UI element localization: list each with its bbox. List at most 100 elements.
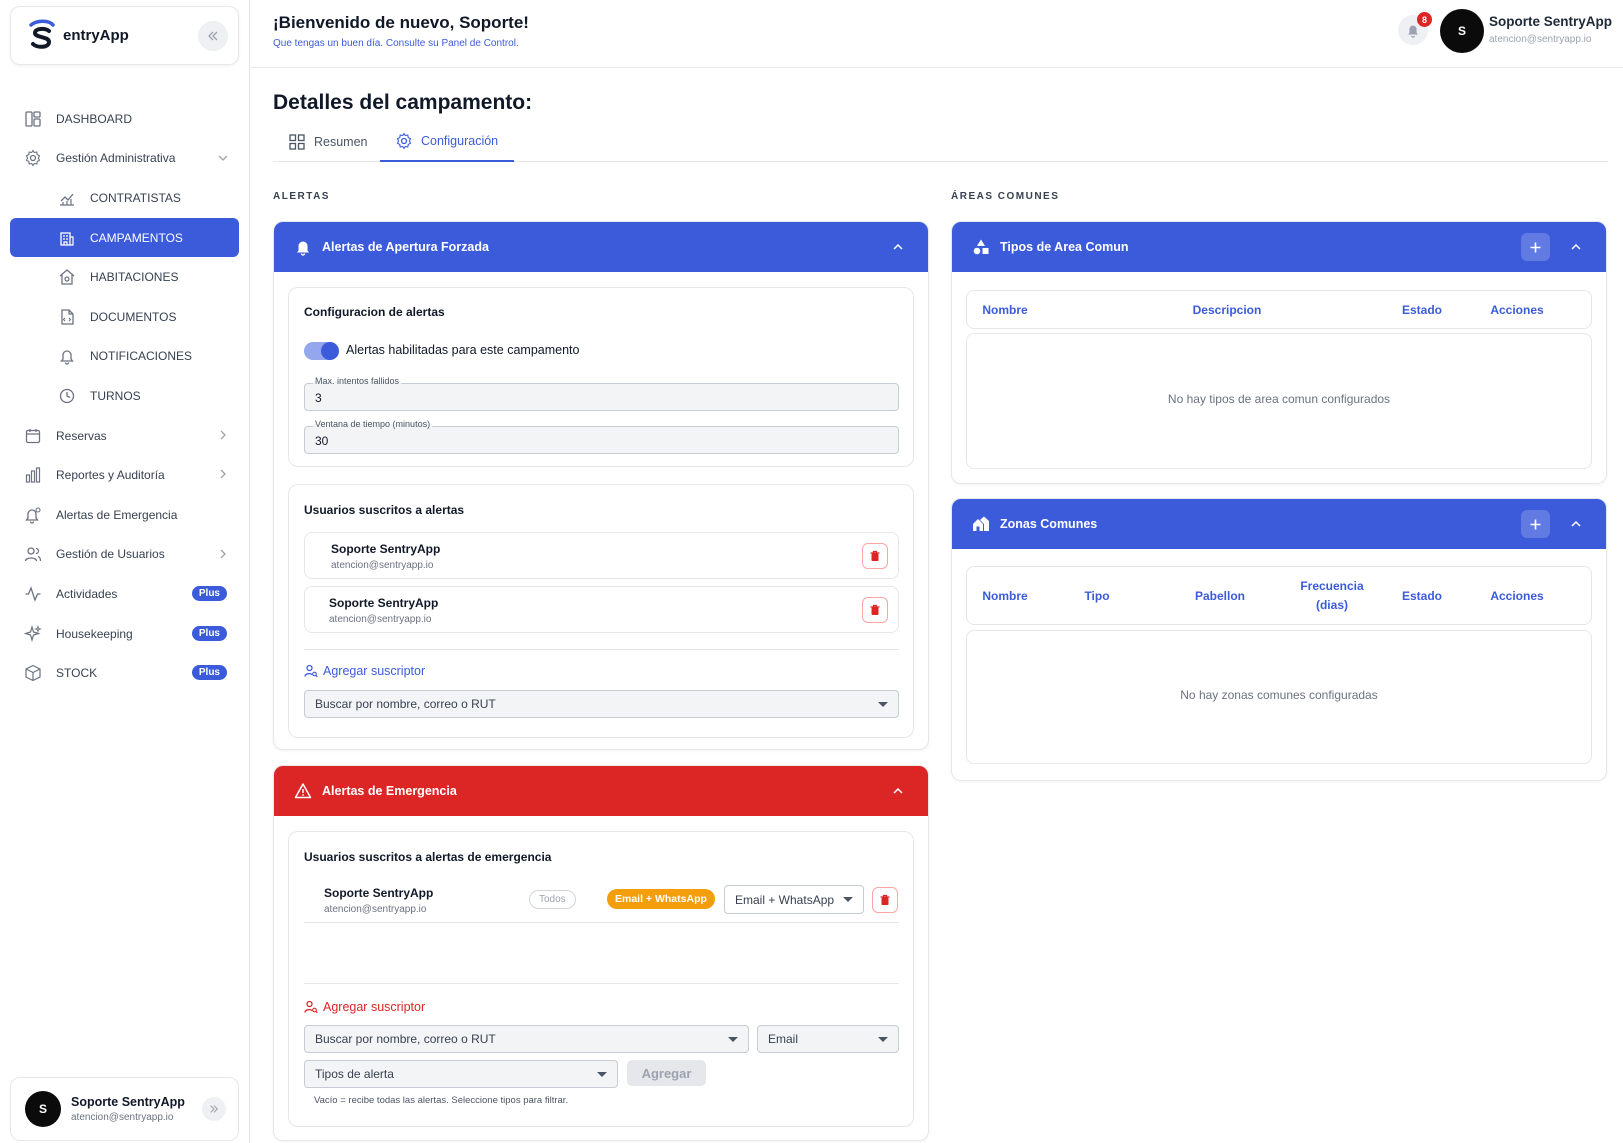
add-emergency-subscriber-link[interactable]: Agregar suscriptor — [304, 1000, 425, 1014]
plus-badge: Plus — [191, 586, 227, 602]
column-header: Estado — [1401, 303, 1442, 317]
subscriber-email: atencion@sentryapp.io — [324, 904, 427, 915]
avatar[interactable]: S — [1440, 9, 1484, 53]
emergency-subscriber-search-select[interactable]: Buscar por nombre, correo o RUT — [304, 1025, 749, 1053]
sidebar-item-label: STOCK — [56, 666, 98, 681]
emergency-alerts-panel: Alertas de Emergencia Usuarios suscritos… — [273, 765, 929, 1141]
sidebar-item-documentos[interactable]: DOCUMENTOS — [10, 297, 239, 337]
chevron-up-icon[interactable] — [892, 241, 904, 253]
page-title: Detalles del campamento: — [273, 91, 533, 114]
sidebar-item-label: Alertas de Emergencia — [56, 507, 178, 522]
sidebar-item-gestion-administrativa[interactable]: Gestión Administrativa — [10, 139, 239, 179]
chevrons-left-icon — [208, 31, 218, 41]
remove-subscriber-button[interactable] — [872, 887, 898, 913]
sidebar-item-actividades[interactable]: Actividades Plus — [10, 574, 239, 614]
column-header: Nombre — [982, 303, 1028, 317]
emergency-subscribers-card: Usuarios suscritos a alertas de emergenc… — [288, 831, 914, 1127]
sidebar-item-reportes[interactable]: Reportes y Auditoría — [10, 455, 239, 495]
user-search-icon — [304, 1000, 318, 1014]
common-zones-header[interactable]: Zonas Comunes — [952, 499, 1606, 549]
common-area-types-header[interactable]: Tipos de Area Comun — [952, 222, 1606, 272]
empty-state: No hay tipos de area comun configurados — [1167, 392, 1391, 406]
remove-subscriber-button[interactable] — [862, 597, 888, 623]
max-attempts-field[interactable]: Max. intentos fallidos 3 — [304, 376, 899, 411]
plus-icon — [1530, 519, 1541, 529]
sidebar-item-turnos[interactable]: TURNOS — [10, 376, 239, 416]
add-subscriber-label: Agregar suscriptor — [323, 664, 426, 678]
emergency-alerts-header[interactable]: Alertas de Emergencia — [274, 766, 928, 816]
subscriber-email: atencion@sentryapp.io — [329, 614, 432, 625]
chevron-up-icon[interactable] — [1570, 518, 1582, 530]
sidebar-item-gestion-usuarios[interactable]: Gestión de Usuarios — [10, 535, 239, 575]
sidebar-item-label: NOTIFICACIONES — [90, 349, 193, 364]
select-placeholder: Tipos de alerta — [315, 1067, 394, 1081]
trash-icon — [870, 550, 880, 561]
header-user-name: Soporte SentryApp — [1489, 14, 1613, 29]
sidebar-item-alertas-emergencia[interactable]: Alertas de Emergencia — [10, 495, 239, 535]
logo-icon — [29, 19, 55, 49]
brand-name: entryApp — [63, 27, 129, 44]
sidebar-user-card[interactable]: S Soporte SentryApp atencion@sentryapp.i… — [10, 1077, 239, 1141]
caret-down-icon — [728, 1037, 738, 1042]
channel-badge: Email + WhatsApp — [607, 889, 715, 909]
tab-resumen[interactable]: Resumen — [288, 122, 378, 162]
header-user-email: atencion@sentryapp.io — [1489, 34, 1592, 45]
sidebar-item-stock[interactable]: STOCK Plus — [10, 653, 239, 693]
sidebar: entryApp DASHBOARD Gestión Administrativ… — [0, 0, 250, 1143]
forced-alerts-header[interactable]: Alertas de Apertura Forzada — [274, 222, 928, 272]
channel-select[interactable]: Email + WhatsApp — [724, 885, 864, 914]
notifications-button[interactable]: 8 — [1398, 12, 1432, 45]
divider — [304, 649, 899, 650]
sidebar-item-habitaciones[interactable]: HABITACIONES — [10, 257, 239, 297]
subscriber-search-select[interactable]: Buscar por nombre, correo o RUT — [304, 690, 899, 718]
caret-down-icon — [843, 897, 853, 902]
divider — [304, 983, 899, 984]
user-email: atencion@sentryapp.io — [71, 1112, 174, 1123]
collapse-sidebar-button[interactable] — [198, 21, 228, 51]
chevron-up-icon[interactable] — [1570, 241, 1582, 253]
sidebar-item-contratistas[interactable]: CONTRATISTAS — [10, 178, 239, 218]
sparkles-icon — [24, 624, 42, 642]
sidebar-item-label: Actividades — [56, 586, 118, 601]
gear-icon — [25, 149, 41, 167]
chevrons-right-icon — [210, 1105, 219, 1113]
column-header: Frecuencia (dias) — [1300, 579, 1364, 612]
add-zone-button[interactable] — [1521, 510, 1550, 538]
subscriber-name: Soporte SentryApp — [331, 542, 441, 556]
area-types-table-body: No hay tipos de area comun configurados — [966, 333, 1592, 469]
alert-types-select[interactable]: Tipos de alerta — [304, 1060, 618, 1088]
tab-configuracion[interactable]: Configuración — [380, 122, 514, 162]
sidebar-item-label: HABITACIONES — [90, 270, 179, 285]
common-area-types-panel: Tipos de Area Comun Nombre Descripcion E… — [951, 221, 1607, 484]
home-gear-icon — [59, 269, 75, 285]
chevron-right-icon — [220, 549, 226, 558]
section-label-alertas: ALERTAS — [273, 191, 330, 202]
sidebar-item-campamentos[interactable]: CAMPAMENTOS — [10, 217, 239, 258]
shapes-icon — [973, 239, 989, 255]
add-area-type-button[interactable] — [1521, 233, 1550, 261]
plus-badge: Plus — [191, 625, 227, 641]
subscribers-title: Usuarios suscritos a alertas — [304, 503, 465, 517]
plus-icon — [1530, 242, 1541, 252]
panel-title: Alertas de Apertura Forzada — [322, 240, 489, 254]
chevron-up-icon[interactable] — [892, 785, 904, 797]
toggle-knob — [321, 342, 339, 360]
sidebar-item-reservas[interactable]: Reservas — [10, 416, 239, 456]
sidebar-item-dashboard[interactable]: DASHBOARD — [10, 99, 239, 139]
user-menu-button[interactable] — [202, 1097, 226, 1121]
welcome-subtitle: Que tengas un buen día. Consulte su Pane… — [273, 38, 519, 49]
bell-alert-icon — [25, 507, 41, 524]
add-emergency-subscriber-button[interactable]: Agregar — [627, 1060, 706, 1086]
sidebar-item-notificaciones[interactable]: NOTIFICACIONES — [10, 337, 239, 377]
remove-subscriber-button[interactable] — [862, 543, 888, 569]
column-header: Tipo — [1084, 589, 1110, 603]
subscriber-email: atencion@sentryapp.io — [331, 560, 434, 571]
section-label-areas-comunes: ÁREAS COMUNES — [951, 191, 1060, 202]
top-header: ¡Bienvenido de nuevo, Soporte! Que tenga… — [251, 0, 1623, 68]
add-subscriber-link[interactable]: Agregar suscriptor — [304, 664, 425, 678]
emergency-channel-select[interactable]: Email — [757, 1025, 899, 1053]
column-header: Nombre — [982, 589, 1028, 603]
time-window-field[interactable]: Ventana de tiempo (minutos) 30 — [304, 419, 899, 454]
sidebar-item-housekeeping[interactable]: Housekeeping Plus — [10, 614, 239, 654]
alerts-enabled-toggle[interactable] — [304, 342, 339, 360]
